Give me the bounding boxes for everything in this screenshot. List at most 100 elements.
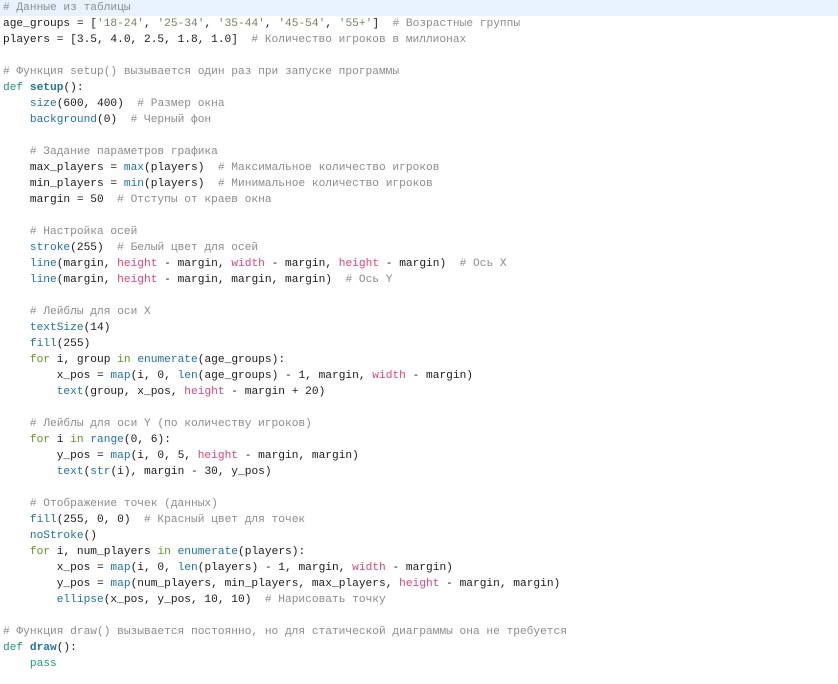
code-keyword: in [117,354,131,366]
code-def-name: setup [29,82,64,94]
code-builtin-var: height [338,258,380,270]
code-line[interactable]: text(str(i), margin - 30, y_pos) [0,464,838,480]
code-comment: # Ось X [459,258,507,270]
code-line[interactable]: for i, num_players in enumerate(players)… [0,544,838,560]
code-comment: # Отступы от краев окна [117,194,272,206]
code-function: map [110,450,131,462]
code-comment: # Размер окна [137,98,225,110]
code-line[interactable]: pass [0,656,838,672]
code-line[interactable]: margin = 50 # Отступы от краев окна [0,192,838,208]
code-text: (): [63,82,84,94]
code-line[interactable]: for i in range(0, 6): [0,432,838,448]
code-comment: # Ось Y [345,274,393,286]
code-text: (600, 400) [56,98,138,110]
code-text: , [264,18,279,30]
code-line[interactable]: background(0) # Черный фон [0,112,838,128]
code-editor[interactable]: # Данные из таблицы age_groups = ['18-24'… [0,0,838,684]
code-text: x_pos = [3,370,111,382]
code-text: (margin, [56,274,118,286]
code-def-name: draw [29,642,57,654]
code-text: ] [372,18,393,30]
code-line[interactable]: x_pos = map(i, 0, len(players) - 1, marg… [0,560,838,576]
code-line[interactable]: x_pos = map(i, 0, len(age_groups) - 1, m… [0,368,838,384]
code-comment: # Лейблы для оси X [29,306,151,318]
code-function: map [110,578,131,590]
code-line[interactable]: # Данные из таблицы [0,0,838,16]
code-text: - margin, [157,258,232,270]
code-text: (num_players, min_players, max_players, [130,578,400,590]
code-text: (age_groups): [197,354,286,366]
code-line[interactable]: age_groups = ['18-24', '25-34', '35-44',… [0,16,838,32]
code-line[interactable]: # Задание параметров графика [0,144,838,160]
code-comment: # Функция draw() вызывается постоянно, н… [3,626,567,638]
code-line[interactable]: stroke(255) # Белый цвет для осей [0,240,838,256]
code-text: - margin + 20) [224,386,326,398]
code-line[interactable]: # Настройка осей [0,224,838,240]
code-builtin-var: height [197,450,239,462]
code-line[interactable]: def draw(): [0,640,838,656]
code-line[interactable]: line(margin, height - margin, margin, ma… [0,272,838,288]
code-line[interactable] [0,400,838,416]
code-line[interactable]: for i, group in enumerate(age_groups): [0,352,838,368]
code-builtin-var: width [372,370,406,382]
code-line[interactable]: players = [3.5, 4.0, 2.5, 1.8, 1.0] # Ко… [0,32,838,48]
code-line[interactable]: fill(255, 0, 0) # Красный цвет для точек [0,512,838,528]
code-function: fill [29,514,57,526]
code-line[interactable]: ellipse(x_pos, y_pos, 10, 10) # Нарисова… [0,592,838,608]
code-line[interactable]: text(group, x_pos, height - margin + 20) [0,384,838,400]
code-function: enumerate [137,354,198,366]
code-comment: # Настройка осей [29,226,138,238]
code-line[interactable]: # Функция draw() вызывается постоянно, н… [0,624,838,640]
code-function: map [110,370,131,382]
code-function: fill [29,338,57,350]
code-line[interactable]: def setup(): [0,80,838,96]
code-line[interactable]: # Отображение точек (данных) [0,496,838,512]
code-line[interactable] [0,608,838,624]
code-line[interactable] [0,48,838,64]
code-function: max [123,162,145,174]
code-builtin-var: height [184,386,225,398]
code-text: (x_pos, y_pos, 10, 10) [103,594,265,606]
code-line[interactable] [0,128,838,144]
code-line[interactable]: max_players = max(players) # Максимально… [0,160,838,176]
code-line[interactable]: textSize(14) [0,320,838,336]
code-line[interactable]: # Лейблы для оси X [0,304,838,320]
code-line[interactable]: y_pos = map(num_players, min_players, ma… [0,576,838,592]
code-comment: # Количество игроков в миллионах [251,34,467,46]
code-line[interactable]: # Лейблы для оси Y (по количеству игроко… [0,416,838,432]
code-line[interactable] [0,208,838,224]
code-line[interactable]: noStroke() [0,528,838,544]
code-text: (255, 0, 0) [56,514,144,526]
code-text: (players) [144,162,218,174]
code-builtin-var: width [231,258,265,270]
code-line[interactable]: size(600, 400) # Размер окна [0,96,838,112]
code-function: ellipse [56,594,104,606]
code-builtin-var: width [352,562,386,574]
code-line[interactable]: min_players = min(players) # Минимальное… [0,176,838,192]
code-function: len [177,562,198,574]
code-line[interactable] [0,480,838,496]
code-line[interactable] [0,288,838,304]
code-function: min [123,178,145,190]
code-line[interactable]: y_pos = map(i, 0, 5, height - margin, ma… [0,448,838,464]
code-line[interactable]: line(margin, height - margin, width - ma… [0,256,838,272]
code-comment: # Минимальное количество игроков [217,178,433,190]
code-comment: # Данные из таблицы [3,2,131,14]
code-function: map [110,562,131,574]
code-line[interactable]: fill(255) [0,336,838,352]
code-text: (0) [97,114,131,126]
code-line[interactable]: # Функция setup() вызывается один раз пр… [0,64,838,80]
code-builtin-var: height [117,258,158,270]
code-text: (): [56,642,77,654]
